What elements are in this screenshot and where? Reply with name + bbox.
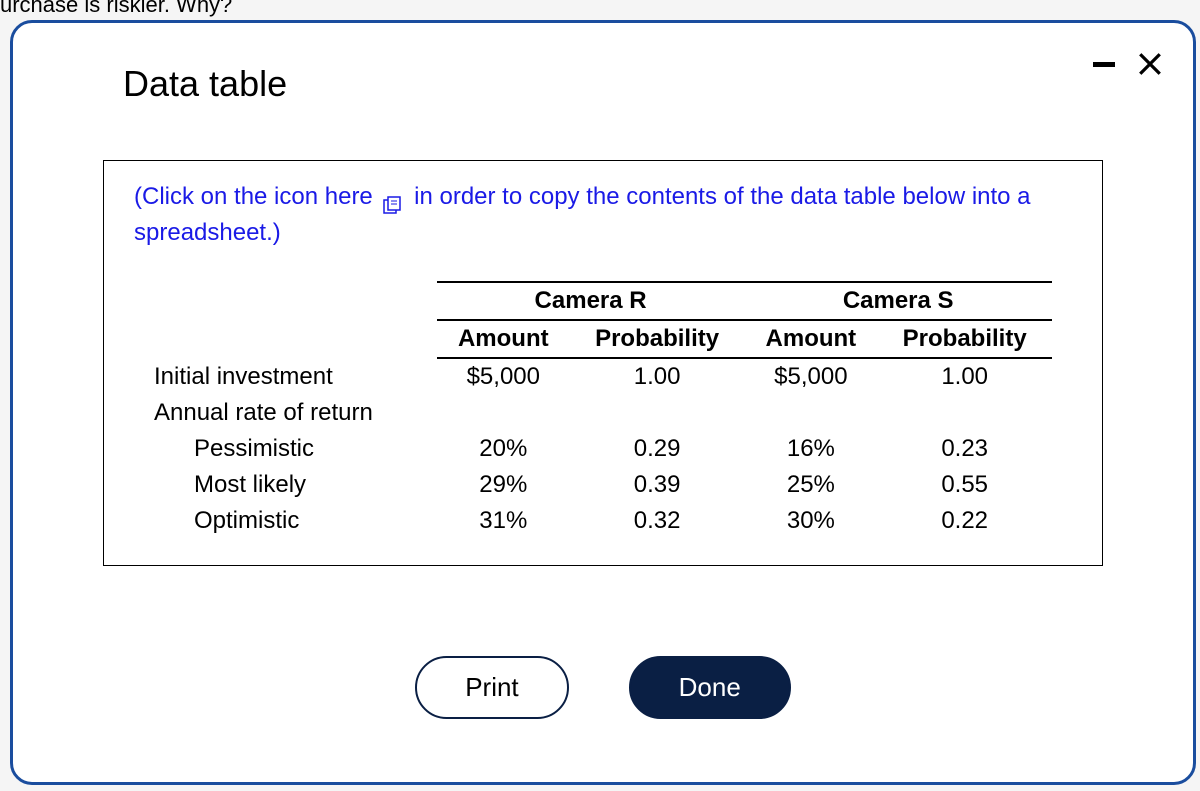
cell: 29% [437, 467, 570, 503]
cell: 16% [744, 431, 877, 467]
print-button[interactable]: Print [415, 656, 568, 719]
button-row: Print Done [63, 656, 1143, 719]
cell: 0.32 [570, 503, 745, 539]
col-prob-r: Probability [570, 320, 745, 358]
cell: 30% [744, 503, 877, 539]
instruction-text: (Click on the icon here in order to copy… [134, 179, 1072, 251]
table-group-header: Camera R Camera S [154, 282, 1052, 320]
cell: $5,000 [437, 358, 570, 395]
table-row: Annual rate of return [154, 395, 1052, 431]
cell: 0.29 [570, 431, 745, 467]
table-row: Optimistic 31% 0.32 30% 0.22 [154, 503, 1052, 539]
window-controls [1093, 51, 1163, 77]
col-amount-r: Amount [437, 320, 570, 358]
background-text: urchase is riskier. Why? [0, 0, 232, 18]
cell: 31% [437, 503, 570, 539]
cell: 1.00 [877, 358, 1052, 395]
data-table-modal: Data table (Click on the icon here in or… [10, 20, 1196, 785]
col-prob-s: Probability [877, 320, 1052, 358]
close-icon[interactable] [1137, 51, 1163, 77]
data-table: Camera R Camera S Amount Probability Amo… [154, 281, 1052, 539]
group-camera-r: Camera R [437, 282, 745, 320]
row-label: Optimistic [154, 503, 437, 539]
instruction-prefix: (Click on the icon here [134, 183, 373, 210]
cell: 1.00 [570, 358, 745, 395]
cell: 0.55 [877, 467, 1052, 503]
content-box: (Click on the icon here in order to copy… [103, 160, 1103, 566]
cell: 25% [744, 467, 877, 503]
copy-icon[interactable] [383, 189, 403, 207]
cell: 0.23 [877, 431, 1052, 467]
col-amount-s: Amount [744, 320, 877, 358]
row-label: Most likely [154, 467, 437, 503]
minimize-icon[interactable] [1093, 62, 1115, 67]
cell: $5,000 [744, 358, 877, 395]
table-sub-header: Amount Probability Amount Probability [154, 320, 1052, 358]
table-row: Pessimistic 20% 0.29 16% 0.23 [154, 431, 1052, 467]
table-row: Initial investment $5,000 1.00 $5,000 1.… [154, 358, 1052, 395]
done-button[interactable]: Done [629, 656, 791, 719]
cell: 20% [437, 431, 570, 467]
cell: 0.22 [877, 503, 1052, 539]
row-label: Initial investment [154, 358, 437, 395]
modal-title: Data table [123, 63, 1143, 105]
row-label: Annual rate of return [154, 395, 437, 431]
table-row: Most likely 29% 0.39 25% 0.55 [154, 467, 1052, 503]
row-label: Pessimistic [154, 431, 437, 467]
cell: 0.39 [570, 467, 745, 503]
group-camera-s: Camera S [744, 282, 1052, 320]
